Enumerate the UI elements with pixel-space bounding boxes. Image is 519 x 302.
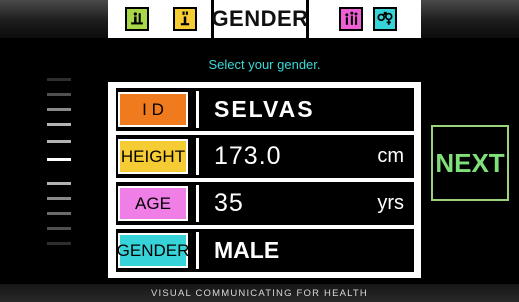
age-value: 35 (214, 189, 244, 217)
scale-tick (47, 108, 71, 111)
gender-value[interactable]: MALE (214, 229, 279, 272)
gender-icon[interactable] (373, 7, 397, 31)
next-button[interactable]: NEXT (431, 125, 509, 201)
divider (196, 185, 199, 222)
age-label: AGE (118, 186, 188, 221)
info-icon[interactable] (173, 7, 197, 31)
height-unit: cm (377, 145, 404, 167)
scale-tick (47, 197, 71, 200)
field-row-age[interactable]: AGE 35 yrs (116, 182, 414, 225)
scale-tick (47, 140, 71, 143)
scale-tick (47, 242, 71, 245)
scale-tick (47, 93, 71, 96)
height-label: HEIGHT (118, 139, 188, 174)
stats-icon[interactable] (339, 7, 363, 31)
field-row-id[interactable]: I D SELVAS (116, 88, 414, 131)
id-icon[interactable] (125, 7, 149, 31)
age-unit: yrs (377, 192, 404, 214)
height-value: 173.0 (214, 142, 282, 170)
gender-label: GENDER (117, 233, 189, 268)
footer-tagline: VISUAL COMMUNICATING FOR HEALTH (0, 284, 519, 302)
subtitle: Select your gender. (208, 57, 321, 72)
scale-tick (47, 78, 71, 81)
scale-tick (47, 123, 71, 126)
divider (196, 91, 199, 128)
divider (196, 232, 199, 269)
page-title: GENDER (211, 0, 309, 38)
field-row-gender[interactable]: GENDER MALE (116, 229, 414, 272)
scale-tick-current (47, 158, 71, 161)
id-label: I D (118, 92, 188, 127)
next-button-label: NEXT (435, 147, 505, 178)
scale-tick (47, 182, 71, 185)
id-value: SELVAS (214, 96, 315, 122)
scale-tick (47, 212, 71, 215)
field-row-height[interactable]: HEIGHT 173.0 cm (116, 135, 414, 178)
divider (196, 138, 199, 175)
scale-tick (47, 227, 71, 230)
header-right-panel (309, 0, 421, 38)
